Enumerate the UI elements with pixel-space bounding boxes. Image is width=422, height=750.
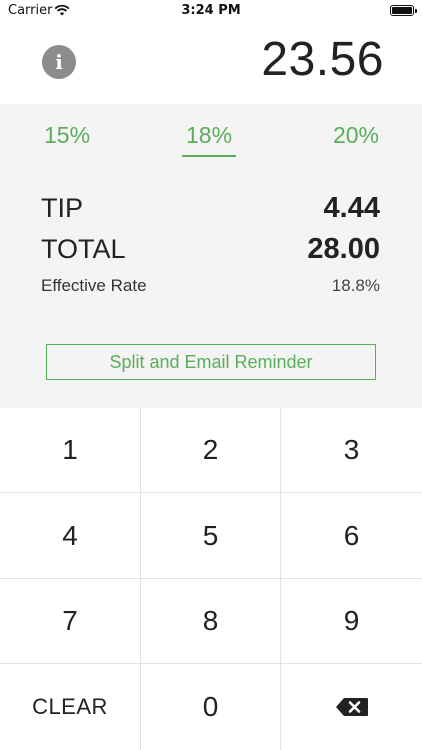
total-row: TOTAL 28.00 <box>41 233 380 266</box>
tip-panel: 15% 18% 20% TIP 4.44 TOTAL 28.00 Effecti… <box>0 104 422 408</box>
key-6[interactable]: 6 <box>281 493 422 579</box>
key-2[interactable]: 2 <box>141 408 281 493</box>
total-value: 28.00 <box>307 233 380 265</box>
tip-value: 4.44 <box>323 192 380 224</box>
key-0[interactable]: 0 <box>141 664 281 750</box>
key-1[interactable]: 1 <box>0 408 141 493</box>
effective-rate-label: Effective Rate <box>41 276 147 295</box>
tip-label: TIP <box>41 193 84 223</box>
key-5[interactable]: 5 <box>141 493 281 579</box>
delete-key[interactable] <box>281 664 422 750</box>
status-time: 3:24 PM <box>181 3 241 18</box>
tip-option-18[interactable]: 18% <box>182 122 237 157</box>
clear-key[interactable]: CLEAR <box>0 664 141 750</box>
tip-option-20[interactable]: 20% <box>333 122 379 155</box>
split-email-button[interactable]: Split and Email Reminder <box>46 344 376 380</box>
key-8[interactable]: 8 <box>141 579 281 664</box>
effective-rate-value: 18.8% <box>331 276 380 295</box>
tip-row: TIP 4.44 <box>41 192 380 225</box>
tip-option-15[interactable]: 15% <box>44 122 90 155</box>
key-7[interactable]: 7 <box>0 579 141 664</box>
bill-amount: 23.56 <box>261 33 384 86</box>
header: i 23.56 <box>0 22 422 104</box>
key-3[interactable]: 3 <box>281 408 422 493</box>
total-label: TOTAL <box>41 234 126 264</box>
backspace-icon <box>335 698 368 716</box>
key-4[interactable]: 4 <box>0 493 141 579</box>
battery-icon <box>390 5 417 16</box>
keypad: 1 2 3 4 5 6 7 8 9 CLEAR 0 <box>0 408 422 750</box>
tip-options: 15% 18% 20% <box>0 122 422 162</box>
key-9[interactable]: 9 <box>281 579 422 664</box>
status-bar: Carrier 3:24 PM <box>0 0 422 22</box>
effective-rate-row: Effective Rate 18.8% <box>41 276 380 296</box>
info-icon[interactable]: i <box>42 45 76 79</box>
